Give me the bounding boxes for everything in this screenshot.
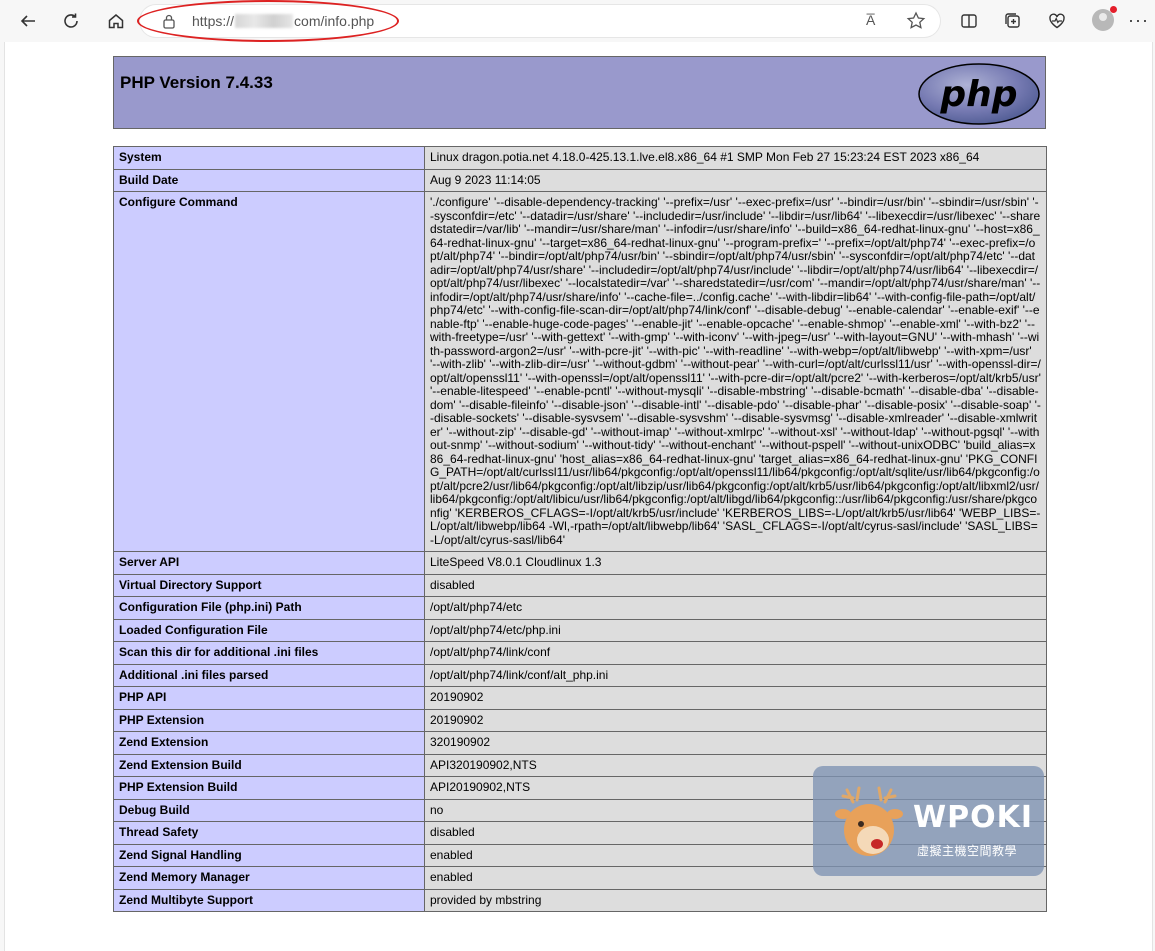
table-row: Configure Command './configure' '--disabl… (113, 191, 1047, 552)
row-key: Configuration File (php.ini) Path (113, 596, 425, 620)
row-key: Virtual Directory Support (113, 573, 425, 597)
table-row: Virtual Directory Support disabled (113, 573, 1047, 597)
row-value: provided by mbstring (424, 888, 1047, 912)
watermark-title: WPOKI (913, 800, 1033, 835)
row-key: Zend Signal Handling (113, 843, 425, 867)
table-row: PHP API 20190902 (113, 686, 1047, 710)
watermark-subtitle: 虛擬主機空間教學 (917, 844, 1018, 858)
row-value: /opt/alt/php74/link/conf/alt_php.ini (424, 663, 1047, 687)
row-value: /opt/alt/php74/link/conf (424, 641, 1047, 665)
browser-toolbar: https:// com/info.php A̅ ··· (0, 0, 1155, 42)
row-value: LiteSpeed V8.0.1 Cloudlinux 1.3 (424, 551, 1047, 575)
table-row: Additional .ini files parsed/opt/alt/php… (113, 663, 1047, 687)
table-row: PHP Extension 20190902 (113, 708, 1047, 732)
table-row: Build Date Aug 9 2023 11:14:05 (113, 168, 1047, 192)
table-row: System Linux dragon.potia.net 4.18.0-425.… (113, 146, 1047, 170)
url-path: com/info.php (294, 13, 375, 29)
row-value: disabled (424, 573, 1047, 597)
page-viewport: PHP Version 7.4.33 php System Linux drago… (4, 42, 1153, 951)
row-key: Thread Safety (113, 821, 425, 845)
deer-mascot-icon (835, 786, 903, 856)
back-button[interactable] (13, 6, 43, 36)
php-logo-icon: php (918, 63, 1040, 125)
refresh-button[interactable] (56, 6, 86, 36)
read-aloud-icon[interactable]: A̅ (866, 12, 875, 28)
collections-icon (1005, 13, 1020, 28)
home-button[interactable] (101, 6, 131, 36)
heartbeat-icon (1049, 13, 1065, 29)
table-row: Configuration File (php.ini) Path/opt/al… (113, 596, 1047, 620)
row-key: Zend Memory Manager (113, 866, 425, 890)
collections-button[interactable] (998, 6, 1028, 36)
address-bar[interactable]: https:// com/info.php A̅ (140, 5, 940, 37)
refresh-icon (64, 13, 78, 28)
url-redacted-domain (235, 14, 294, 28)
table-row: Zend Multibyte Support provided by mbstri… (113, 888, 1047, 912)
browser-essentials-button[interactable] (1042, 6, 1072, 36)
row-value: 320190902 (424, 731, 1047, 755)
row-key: System (113, 146, 425, 170)
row-key: Server API (113, 551, 425, 575)
table-row: Loaded Configuration File/opt/alt/php74/… (113, 618, 1047, 642)
table-row: Server API LiteSpeed V8.0.1 Cloudlinux 1.… (113, 551, 1047, 575)
profile-avatar[interactable] (1092, 6, 1117, 31)
home-icon (108, 14, 124, 29)
split-screen-icon (961, 14, 977, 28)
row-value: 20190902 (424, 708, 1047, 732)
row-value: 20190902 (424, 686, 1047, 710)
table-row: Zend Extension 320190902 (113, 731, 1047, 755)
row-key: PHP Extension (113, 708, 425, 732)
php-logo-text: php (939, 74, 1017, 115)
wpoki-watermark: WPOKI 虛擬主機空間教學 (813, 766, 1044, 876)
row-key: Zend Extension Build (113, 753, 425, 777)
split-screen-button[interactable] (954, 6, 984, 36)
favorite-star-icon[interactable] (906, 11, 926, 31)
url-scheme: https:// (192, 13, 235, 29)
row-key: Configure Command (113, 191, 425, 552)
row-key: Zend Extension (113, 731, 425, 755)
row-key: Loaded Configuration File (113, 618, 425, 642)
row-key: Build Date (113, 168, 425, 192)
row-value: Linux dragon.potia.net 4.18.0-425.13.1.l… (424, 146, 1047, 170)
row-key: PHP Extension Build (113, 776, 425, 800)
url-text[interactable]: https:// com/info.php (192, 13, 374, 29)
more-options-icon[interactable]: ··· (1128, 10, 1149, 31)
row-key: Scan this dir for additional .ini files (113, 641, 425, 665)
row-key: Zend Multibyte Support (113, 888, 425, 912)
row-key: Additional .ini files parsed (113, 663, 425, 687)
table-row: Scan this dir for additional .ini files /… (113, 641, 1047, 665)
row-value: /opt/alt/php74/etc (424, 596, 1047, 620)
row-value: './configure' '--disable-dependency-trac… (424, 191, 1047, 552)
lock-icon[interactable] (162, 13, 176, 29)
row-key: Debug Build (113, 798, 425, 822)
row-value: /opt/alt/php74/etc/php.ini (424, 618, 1047, 642)
phpinfo-header: PHP Version 7.4.33 php (113, 56, 1046, 129)
notification-dot (1110, 6, 1117, 13)
back-arrow-icon (20, 15, 35, 27)
row-value: Aug 9 2023 11:14:05 (424, 168, 1047, 192)
row-key: PHP API (113, 686, 425, 710)
page-title: PHP Version 7.4.33 (120, 73, 273, 92)
